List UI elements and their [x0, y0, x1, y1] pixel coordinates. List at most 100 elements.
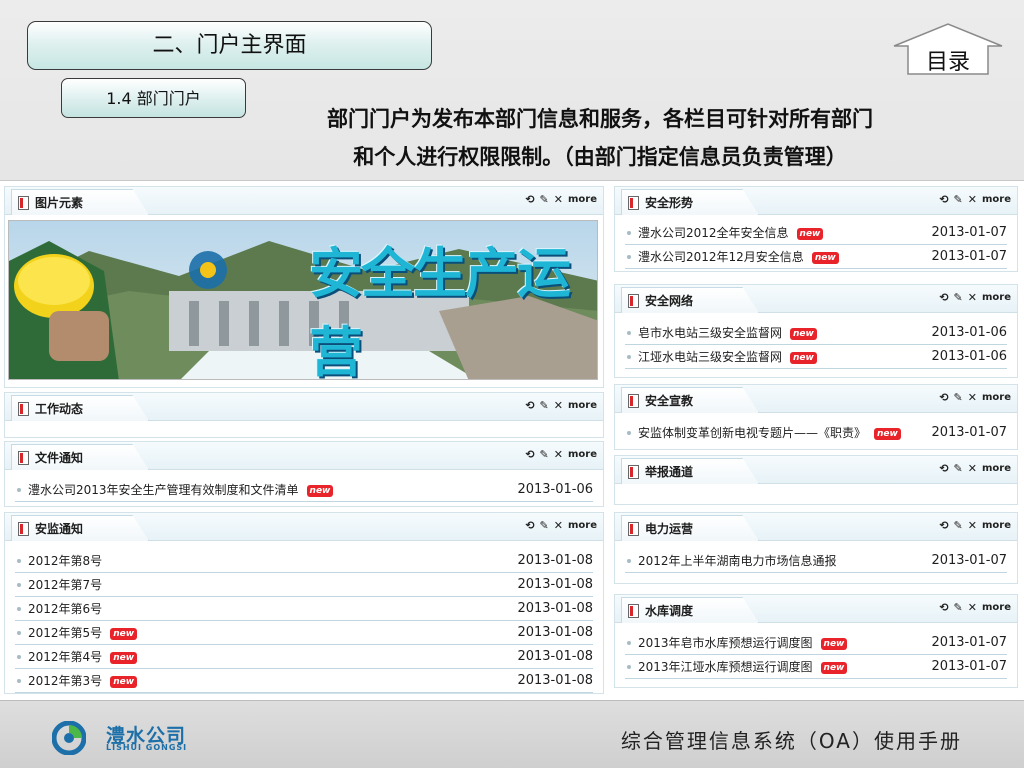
refresh-icon[interactable]: ⟲ — [939, 601, 948, 614]
item-date: 2013-01-08 — [517, 649, 593, 664]
refresh-icon[interactable]: ⟲ — [939, 391, 948, 404]
list-item[interactable]: 皂市水电站三级安全监督网 new 2013-01-06 — [625, 321, 1007, 345]
more-link[interactable]: more — [568, 449, 597, 460]
slide-header: 二、门户主界面 1.4 部门门户 目录 部门门户为发布本部门信息和服务，各栏目可… — [0, 0, 1024, 181]
list-item[interactable]: 2012年上半年湖南电力市场信息通报 2013-01-07 — [625, 549, 1007, 573]
panel-tab[interactable]: 安监通知 — [11, 515, 149, 541]
panel-tab[interactable]: 水库调度 — [621, 597, 759, 623]
close-icon[interactable]: ✕ — [554, 448, 563, 461]
list-item[interactable]: 2012年第6号 2013-01-08 — [15, 597, 593, 621]
panel-tab[interactable]: 工作动态 — [11, 395, 149, 421]
toc-button[interactable]: 目录 — [890, 22, 1006, 76]
item-title: 2013年江垭水库预想运行调度图 — [638, 660, 813, 674]
panel-title: 图片元素 — [35, 196, 84, 210]
close-icon[interactable]: ✕ — [968, 391, 977, 404]
item-date: 2013-01-06 — [931, 349, 1007, 364]
panel-reservoir-dispatch: 水库调度 ⟲ ✎ ✕ more 2013年皂市水库预想运行调度图 new 2013… — [614, 594, 1018, 688]
close-icon[interactable]: ✕ — [968, 519, 977, 532]
panel-tab[interactable]: 电力运营 — [621, 515, 759, 541]
list-item[interactable]: 2012年第4号 new 2013-01-08 — [15, 645, 593, 669]
banner-slogan: 安全生产运营 — [309, 242, 571, 380]
close-icon[interactable]: ✕ — [554, 519, 563, 532]
refresh-icon[interactable]: ⟲ — [525, 399, 534, 412]
list-item[interactable]: 澧水公司2013年安全生产管理有效制度和文件清单 new 2013-01-06 — [15, 478, 593, 502]
edit-icon[interactable]: ✎ — [954, 519, 963, 532]
more-link[interactable]: more — [982, 194, 1011, 205]
item-date: 2013-01-06 — [517, 482, 593, 497]
list-item[interactable]: 2012年第8号 2013-01-08 — [15, 549, 593, 573]
list-item[interactable]: 2012年第3号 new 2013-01-08 — [15, 669, 593, 693]
list-item[interactable]: 安监体制变革创新电视专题片——《职责》 new 2013-01-07 — [625, 421, 1007, 445]
close-icon[interactable]: ✕ — [968, 462, 977, 475]
document-icon — [628, 521, 639, 536]
more-link[interactable]: more — [568, 400, 597, 411]
edit-icon[interactable]: ✎ — [954, 462, 963, 475]
panel-header: 安全形势 ⟲ ✎ ✕ more — [615, 187, 1017, 215]
panel-tab[interactable]: 安全形势 — [621, 189, 759, 215]
close-icon[interactable]: ✕ — [968, 193, 977, 206]
item-date: 2013-01-07 — [931, 425, 1007, 440]
new-badge-icon: new — [820, 661, 848, 674]
banner-image[interactable]: 安全生产运营 — [8, 220, 598, 380]
item-date: 2013-01-06 — [931, 325, 1007, 340]
panel-tab[interactable]: 文件通知 — [11, 444, 149, 470]
edit-icon[interactable]: ✎ — [954, 601, 963, 614]
company-logo-icon — [52, 721, 86, 755]
manual-title: 综合管理信息系统（OA）使用手册 — [620, 729, 962, 753]
refresh-icon[interactable]: ⟲ — [939, 193, 948, 206]
panel-header: 举报通道 ⟲ ✎ ✕ more — [615, 456, 1017, 484]
panel-header: 安监通知 ⟲ ✎ ✕ more — [5, 513, 603, 541]
refresh-icon[interactable]: ⟲ — [939, 291, 948, 304]
page-description: 部门门户为发布本部门信息和服务，各栏目可针对所有部门 和个人进行权限限制。（由部… — [230, 100, 970, 176]
more-link[interactable]: more — [982, 520, 1011, 531]
edit-icon[interactable]: ✎ — [954, 391, 963, 404]
list-item[interactable]: 江垭水电站三级安全监督网 new 2013-01-06 — [625, 345, 1007, 369]
document-icon — [628, 603, 639, 618]
refresh-icon[interactable]: ⟲ — [525, 193, 534, 206]
close-icon[interactable]: ✕ — [968, 601, 977, 614]
close-icon[interactable]: ✕ — [554, 399, 563, 412]
item-date: 2013-01-07 — [931, 225, 1007, 240]
document-icon — [18, 195, 29, 210]
list-item[interactable]: 2013年江垭水库预想运行调度图 new 2013-01-07 — [625, 655, 1007, 679]
edit-icon[interactable]: ✎ — [540, 193, 549, 206]
panel-tools: ⟲ ✎ ✕ more — [525, 448, 597, 461]
more-link[interactable]: more — [568, 520, 597, 531]
more-link[interactable]: more — [982, 292, 1011, 303]
document-icon — [628, 293, 639, 308]
panel-header: 图片元素 ⟲ ✎ ✕ more — [5, 187, 603, 215]
refresh-icon[interactable]: ⟲ — [525, 448, 534, 461]
item-title: 2013年皂市水库预想运行调度图 — [638, 636, 813, 650]
new-badge-icon: new — [820, 637, 848, 650]
panel-tab[interactable]: 安全宣教 — [621, 387, 759, 413]
edit-icon[interactable]: ✎ — [540, 448, 549, 461]
new-badge-icon: new — [790, 327, 817, 340]
more-link[interactable]: more — [568, 194, 597, 205]
more-link[interactable]: more — [982, 602, 1011, 613]
item-date: 2013-01-08 — [517, 625, 593, 640]
close-icon[interactable]: ✕ — [968, 291, 977, 304]
list-item[interactable]: 澧水公司2012全年安全信息 new 2013-01-07 — [625, 221, 1007, 245]
edit-icon[interactable]: ✎ — [954, 193, 963, 206]
more-link[interactable]: more — [982, 392, 1011, 403]
panel-tab[interactable]: 安全网络 — [621, 287, 759, 313]
edit-icon[interactable]: ✎ — [540, 519, 549, 532]
close-icon[interactable]: ✕ — [554, 193, 563, 206]
list-item[interactable]: 2012年第5号 new 2013-01-08 — [15, 621, 593, 645]
panel-tab[interactable]: 举报通道 — [621, 458, 759, 484]
panel-tab[interactable]: 图片元素 — [11, 189, 149, 215]
list-item[interactable]: 2013年皂市水库预想运行调度图 new 2013-01-07 — [625, 631, 1007, 655]
more-link[interactable]: more — [982, 463, 1011, 474]
refresh-icon[interactable]: ⟲ — [525, 519, 534, 532]
refresh-icon[interactable]: ⟲ — [939, 519, 948, 532]
item-date: 2013-01-08 — [517, 601, 593, 616]
list-item[interactable]: 2012年第7号 2013-01-08 — [15, 573, 593, 597]
panel-header: 文件通知 ⟲ ✎ ✕ more — [5, 442, 603, 470]
panel-tools: ⟲ ✎ ✕ more — [939, 291, 1011, 304]
edit-icon[interactable]: ✎ — [540, 399, 549, 412]
refresh-icon[interactable]: ⟲ — [939, 462, 948, 475]
edit-icon[interactable]: ✎ — [954, 291, 963, 304]
list-item[interactable]: 澧水公司2012年12月安全信息 new 2013-01-07 — [625, 245, 1007, 269]
item-title: 2012年第6号 — [28, 602, 103, 616]
item-date: 2013-01-08 — [517, 553, 593, 568]
